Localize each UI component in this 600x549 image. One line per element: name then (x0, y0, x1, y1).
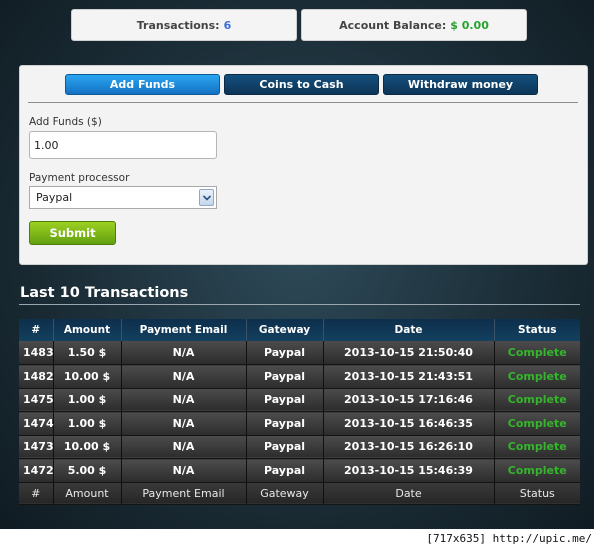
transaction-status: Complete (494, 411, 580, 436)
transaction-email: N/A (121, 388, 247, 412)
tab-withdraw-money[interactable]: Withdraw money (383, 74, 538, 95)
transaction-amount: 10.00 $ (53, 364, 122, 389)
transaction-email: N/A (121, 435, 247, 459)
tab-add-funds[interactable]: Add Funds (65, 74, 220, 95)
funds-panel: Add Funds Coins to Cash Withdraw money A… (19, 65, 588, 265)
table-row: 1483 1.50 $ N/A Paypal 2013-10-15 21:50:… (19, 341, 580, 365)
table-header-row: # Amount Payment Email Gateway Date Stat… (19, 319, 580, 341)
table-footer-row: # Amount Payment Email Gateway Date Stat… (19, 482, 580, 505)
transaction-date: 2013-10-15 16:46:35 (323, 411, 495, 436)
column-header-amount: Amount (53, 319, 122, 341)
frame-right-edge (594, 0, 600, 549)
transaction-gateway: Paypal (246, 341, 324, 365)
footer-header-date: Date (323, 482, 495, 505)
table-row: 1472 5.00 $ N/A Paypal 2013-10-15 15:46:… (19, 458, 580, 483)
transaction-status: Complete (494, 364, 580, 389)
transaction-email: N/A (121, 411, 247, 436)
image-host-watermark: [717x635] http://upic.me/ (426, 532, 592, 545)
transactions-count-card: Transactions: 6 (71, 9, 297, 41)
transaction-date: 2013-10-15 21:43:51 (323, 364, 495, 389)
table-row: 1473 10.00 $ N/A Paypal 2013-10-15 16:26… (19, 435, 580, 459)
transaction-date: 2013-10-15 16:26:10 (323, 435, 495, 459)
transaction-status: Complete (494, 341, 580, 365)
account-balance-card: Account Balance: $ 0.00 (301, 9, 527, 41)
footer-header-payment-email: Payment Email (121, 482, 247, 505)
transaction-gateway: Paypal (246, 458, 324, 483)
account-balance-value: $ 0.00 (450, 18, 489, 32)
transaction-status: Complete (494, 458, 580, 483)
transaction-date: 2013-10-15 17:16:46 (323, 388, 495, 412)
transaction-id: 1483 (19, 341, 54, 365)
table-row: 1474 1.00 $ N/A Paypal 2013-10-15 16:46:… (19, 411, 580, 436)
tab-coins-to-cash[interactable]: Coins to Cash (224, 74, 379, 95)
transaction-id: 1473 (19, 435, 54, 459)
column-header-payment-email: Payment Email (121, 319, 247, 341)
transaction-gateway: Paypal (246, 435, 324, 459)
table-row: 1475 1.00 $ N/A Paypal 2013-10-15 17:16:… (19, 388, 580, 412)
transactions-count-label: Transactions: (136, 18, 220, 32)
column-header-gateway: Gateway (246, 319, 324, 341)
column-header-date: Date (323, 319, 495, 341)
column-header-id: # (19, 319, 54, 341)
transaction-email: N/A (121, 341, 247, 365)
transaction-status: Complete (494, 435, 580, 459)
amount-input[interactable] (29, 131, 217, 159)
submit-button[interactable]: Submit (29, 221, 116, 245)
transactions-title: Last 10 Transactions (20, 285, 189, 301)
account-balance-label: Account Balance: (339, 18, 447, 32)
footer-header-status: Status (494, 482, 580, 505)
chevron-down-icon[interactable] (199, 189, 214, 206)
transaction-date: 2013-10-15 15:46:39 (323, 458, 495, 483)
transaction-amount: 10.00 $ (53, 435, 122, 459)
transactions-title-divider (19, 304, 580, 305)
transaction-amount: 1.00 $ (53, 388, 122, 412)
payment-processor-value: Paypal (36, 191, 73, 204)
transaction-gateway: Paypal (246, 411, 324, 436)
amount-label: Add Funds ($) (29, 116, 102, 128)
transaction-id: 1482 (19, 364, 54, 389)
payment-processor-select[interactable]: Paypal (29, 186, 217, 209)
transaction-gateway: Paypal (246, 388, 324, 412)
transaction-amount: 1.00 $ (53, 411, 122, 436)
transactions-table: # Amount Payment Email Gateway Date Stat… (19, 319, 580, 505)
transactions-count-value: 6 (223, 18, 232, 32)
transaction-id: 1472 (19, 458, 54, 483)
tab-divider (28, 102, 578, 103)
transaction-email: N/A (121, 458, 247, 483)
transaction-gateway: Paypal (246, 364, 324, 389)
transaction-status: Complete (494, 388, 580, 412)
footer-header-id: # (19, 482, 54, 505)
processor-label: Payment processor (29, 172, 130, 184)
transaction-amount: 1.50 $ (53, 341, 122, 365)
transaction-email: N/A (121, 364, 247, 389)
transaction-date: 2013-10-15 21:50:40 (323, 341, 495, 365)
transaction-amount: 5.00 $ (53, 458, 122, 483)
footer-header-gateway: Gateway (246, 482, 324, 505)
table-row: 1482 10.00 $ N/A Paypal 2013-10-15 21:43… (19, 364, 580, 389)
footer-header-amount: Amount (53, 482, 122, 505)
transaction-id: 1474 (19, 411, 54, 436)
column-header-status: Status (494, 319, 580, 341)
transaction-id: 1475 (19, 388, 54, 412)
